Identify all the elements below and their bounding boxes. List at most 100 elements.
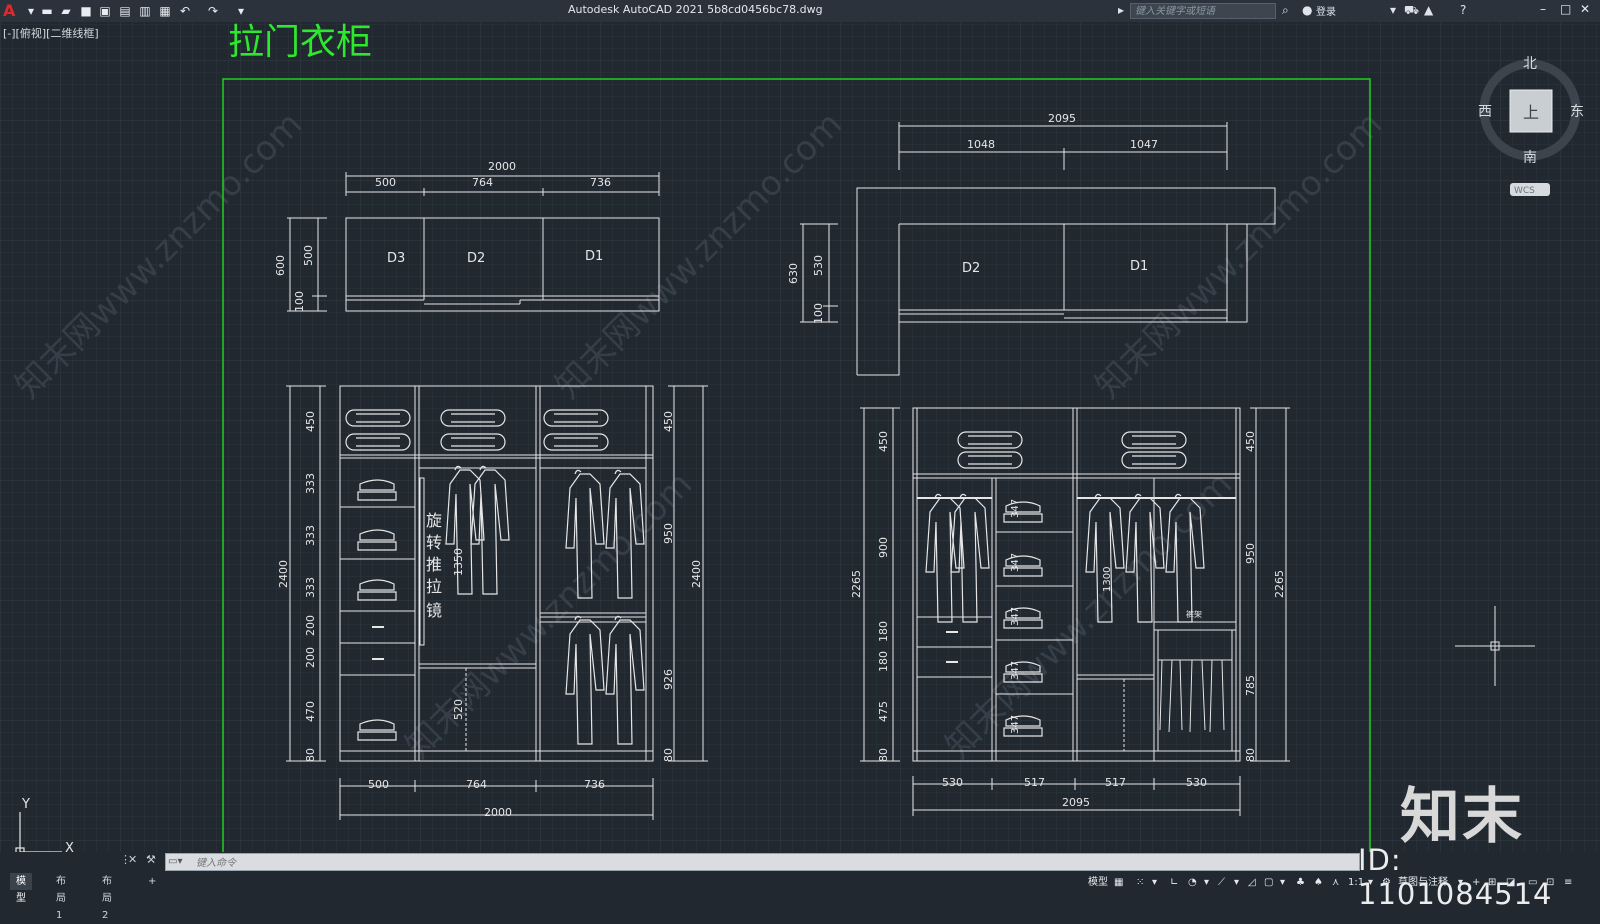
user-icon[interactable]: ●: [1302, 3, 1312, 17]
cart-icon[interactable]: ⛟: [1404, 3, 1419, 19]
minimize-icon[interactable]: –: [1540, 2, 1546, 16]
dim-plan-right-depth: 530: [812, 255, 825, 276]
brand-logo: 知末: [1400, 782, 1524, 852]
dim-elev-left: 200: [304, 647, 317, 668]
publish-icon[interactable]: ▥: [138, 4, 152, 18]
snap-dropdown-icon[interactable]: ▾: [1152, 875, 1157, 891]
otrack-icon[interactable]: ▢: [1264, 875, 1273, 891]
search-icon[interactable]: ⌕: [1282, 3, 1289, 18]
drawing-canvas[interactable]: 知末网www.znzmo.com 知末网www.znzmo.com 知末网www…: [0, 22, 1600, 852]
model-space-button[interactable]: 模型: [1088, 875, 1108, 891]
viewcube-west[interactable]: 西: [1478, 104, 1492, 120]
polar-icon[interactable]: ◔: [1188, 875, 1197, 891]
viewcube-face[interactable]: 上: [1523, 103, 1539, 122]
tab-layout1[interactable]: 布局1: [50, 873, 72, 921]
wcs-menu[interactable]: WCS: [1514, 186, 1535, 196]
dim-elev-left-inner: 1350: [452, 548, 465, 576]
dim-elev-right: 475: [877, 701, 890, 722]
autocad-logo-icon[interactable]: A: [3, 1, 15, 20]
maximize-icon[interactable]: □: [1560, 2, 1571, 16]
new-icon[interactable]: ▬: [40, 4, 54, 18]
dim-elev-right-bottom: 517: [1024, 776, 1045, 789]
dim-elev-left-inner: 520: [452, 699, 465, 720]
dim-elev-right-right: 785: [1244, 675, 1257, 696]
dim-elev-right-bottom: 530: [942, 776, 963, 789]
annotation-monitor-icon[interactable]: +: [1472, 875, 1480, 891]
redo-icon[interactable]: ↷: [206, 4, 220, 18]
app-menu-arrow-icon[interactable]: ▾: [24, 4, 38, 18]
dim-elev-left-total-right: 2400: [690, 560, 703, 588]
isolate-objects-icon[interactable]: ▭: [1528, 875, 1537, 891]
autodesk-app-icon[interactable]: ▲: [1424, 3, 1433, 17]
viewport-controls[interactable]: [-][俯视][二维线框]: [3, 25, 99, 41]
dim-elev-left-right: 80: [662, 748, 675, 762]
dim-plan-left-seg: 764: [472, 176, 493, 189]
dim-plan-left-seg: 500: [375, 176, 396, 189]
print-icon[interactable]: ▦: [158, 4, 172, 18]
osnap-dropdown-icon[interactable]: ▾: [1234, 875, 1239, 891]
cmdline-close-icon[interactable]: ✕: [128, 853, 137, 866]
annotation-scale-icon[interactable]: ⋏: [1332, 875, 1339, 891]
quick-properties-icon[interactable]: ◪: [1506, 875, 1515, 891]
undo-icon[interactable]: ↶: [178, 4, 192, 18]
saveas-icon[interactable]: ▣: [98, 4, 112, 18]
dim-elev-right: 450: [877, 431, 890, 452]
command-line[interactable]: ▭▾: [165, 853, 1360, 872]
workspace-switch[interactable]: 草图与注释: [1398, 875, 1448, 891]
login-link[interactable]: 登录: [1316, 3, 1336, 18]
otrack-dropdown-icon[interactable]: ▾: [1280, 875, 1285, 891]
polar-dropdown-icon[interactable]: ▾: [1204, 875, 1209, 891]
search-input[interactable]: 键入关键字或短语: [1130, 3, 1276, 19]
fullscreen-icon[interactable]: ⊡: [1546, 875, 1554, 891]
dim-elev-left: 200: [304, 615, 317, 636]
customization-icon[interactable]: ≡: [1564, 875, 1572, 891]
customize-icon[interactable]: ▾: [234, 4, 248, 18]
expand-arrow-icon[interactable]: ▸: [1118, 3, 1124, 17]
isodraft-icon[interactable]: ⟋: [1218, 875, 1225, 891]
save-icon[interactable]: ■: [79, 4, 93, 18]
dim-elev-right-inner: 347: [1010, 499, 1021, 518]
dim-elev-left-bottom: 736: [584, 778, 605, 791]
units-icon[interactable]: ⊞: [1488, 875, 1496, 891]
mirror-text: 拉: [426, 577, 442, 596]
dim-elev-right-total: 2265: [850, 570, 863, 598]
scale-dropdown-icon[interactable]: ▾: [1368, 875, 1373, 891]
mirror-text: 推: [426, 555, 442, 574]
status-bar: 模型 ▦ ⁙ ▾ ∟ ◔ ▾ ⟋ ▾ ◿ ▢ ▾ ♣ ♠ ⋏ 1:1 ▾ ⚙ 草…: [1080, 874, 1600, 894]
plot-preview-icon[interactable]: ▤: [118, 4, 132, 18]
autoscale-icon[interactable]: ♠: [1314, 875, 1323, 891]
ortho-icon[interactable]: ∟: [1170, 875, 1178, 891]
viewcube-south[interactable]: 南: [1523, 150, 1537, 166]
grid-icon[interactable]: ▦: [1114, 875, 1123, 891]
dim-plan-left-depth: 500: [302, 245, 315, 266]
workspace-gear-icon[interactable]: ⚙: [1382, 875, 1391, 891]
tab-model[interactable]: 模型: [10, 873, 32, 904]
annotation-scale[interactable]: 1:1: [1348, 875, 1364, 891]
help-icon[interactable]: ?: [1460, 3, 1466, 17]
dim-elev-left-bottom: 764: [466, 778, 487, 791]
dim-plan-left-depth: 100: [293, 291, 306, 312]
login-dropdown-icon[interactable]: ▾: [1390, 3, 1396, 17]
workspace-dropdown-icon[interactable]: ▾: [1458, 875, 1463, 891]
viewcube-north[interactable]: 北: [1523, 56, 1537, 72]
dim-elev-right-total-right: 2265: [1273, 570, 1286, 598]
dim-elev-right-right: 950: [1244, 543, 1257, 564]
command-history-icon[interactable]: ▭▾: [168, 855, 188, 869]
annotation-visibility-icon[interactable]: ♣: [1296, 875, 1305, 891]
tab-add[interactable]: +: [142, 873, 162, 890]
command-input[interactable]: [194, 854, 1358, 872]
dim-elev-right-inner: 347: [1010, 553, 1021, 572]
dim-elev-left-total: 2400: [277, 560, 290, 588]
snap-icon[interactable]: ⁙: [1136, 875, 1144, 891]
tab-layout2[interactable]: 布局2: [96, 873, 118, 921]
viewcube-east[interactable]: 东: [1570, 104, 1584, 120]
dim-elev-left-bottom-total: 2000: [484, 806, 512, 819]
dim-elev-right-inner: 1300: [1102, 567, 1113, 592]
cmdline-wrench-icon[interactable]: ⚒: [146, 853, 156, 866]
door-label: D3: [387, 251, 405, 266]
osnap-icon[interactable]: ◿: [1248, 875, 1256, 891]
dim-elev-left-right: 926: [662, 669, 675, 690]
title-bar: A ▾ ▬ ▰ ■ ▣ ▤ ▥ ▦ ↶ ↷ ▾ Autodesk AutoCAD…: [0, 0, 1600, 22]
open-icon[interactable]: ▰: [59, 4, 73, 18]
close-icon[interactable]: ✕: [1580, 2, 1590, 16]
